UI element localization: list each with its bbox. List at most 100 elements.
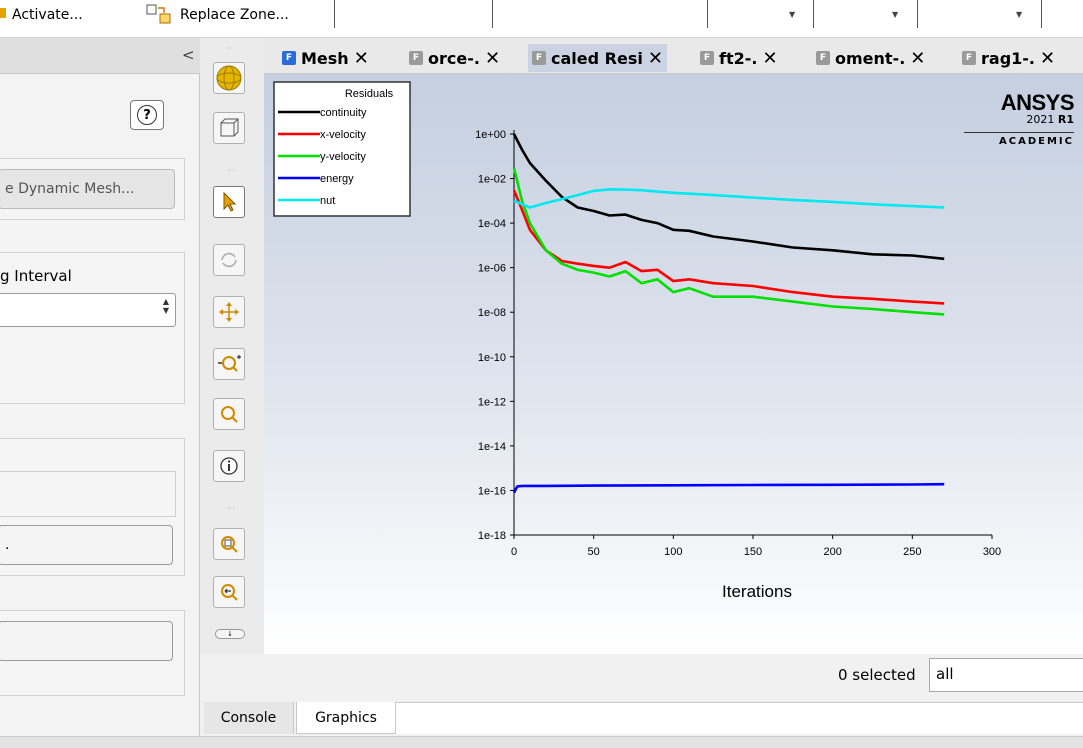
tab-force[interactable]: F orce-. ✕ bbox=[405, 44, 504, 72]
interval-spinner[interactable]: ▲ ▼ bbox=[0, 293, 176, 327]
close-icon[interactable]: ✕ bbox=[648, 48, 663, 69]
ansys-logo: ANSYS 2021 R1 ACADEMIC bbox=[964, 90, 1075, 147]
grip-handle: ··· bbox=[227, 166, 235, 175]
tab-lift[interactable]: F ft2-. ✕ bbox=[696, 44, 782, 72]
legend-label-continuity: continuity bbox=[320, 107, 367, 119]
rotate-icon bbox=[221, 252, 237, 268]
zoom-fit-icon bbox=[221, 536, 238, 553]
fluent-icon: F bbox=[532, 51, 546, 65]
zoom-box-button[interactable] bbox=[213, 398, 245, 430]
y-tick-label: 1e-14 bbox=[478, 441, 506, 453]
select-pointer-button[interactable] bbox=[213, 186, 245, 218]
arrow-pointer-icon bbox=[223, 191, 237, 212]
help-button[interactable]: ? bbox=[130, 100, 164, 130]
tab-drag[interactable]: F rag1-. ✕ bbox=[958, 44, 1059, 72]
replace-zone-icon bbox=[146, 4, 171, 24]
fluent-icon: F bbox=[700, 51, 714, 65]
bottom-tab-bar: Console Graphics bbox=[200, 702, 1083, 736]
cube-icon bbox=[220, 118, 239, 137]
text-field[interactable] bbox=[0, 471, 176, 517]
expand-toolbar-button[interactable]: ↓ bbox=[215, 629, 245, 639]
x-tick-label: 100 bbox=[664, 546, 682, 558]
activate-label: Activate... bbox=[12, 7, 83, 23]
dropdown-arrow-icon[interactable]: ▼ bbox=[789, 10, 795, 19]
dots-button[interactable]: . bbox=[0, 525, 173, 565]
y-tick-label: 1e-08 bbox=[478, 307, 506, 319]
x-tick-label: 50 bbox=[588, 546, 600, 558]
toolbar-divider bbox=[917, 0, 918, 28]
bottom-group bbox=[0, 610, 185, 696]
close-icon[interactable]: ✕ bbox=[762, 48, 777, 69]
tab-label: oment-. bbox=[835, 48, 906, 68]
series-line-y-velocity bbox=[512, 167, 945, 316]
tab-moment[interactable]: F oment-. ✕ bbox=[812, 44, 929, 72]
dropdown-arrow-icon[interactable]: ▼ bbox=[892, 10, 898, 19]
fluent-icon: F bbox=[816, 51, 830, 65]
tab-console[interactable]: Console bbox=[204, 702, 294, 734]
y-tick-label: 1e-12 bbox=[478, 396, 506, 408]
rotate-button[interactable] bbox=[213, 244, 245, 276]
tab-graphics[interactable]: Graphics bbox=[296, 702, 396, 734]
tab-mesh[interactable]: F Mesh ✕ bbox=[278, 44, 373, 72]
close-icon[interactable]: ✕ bbox=[1040, 48, 1055, 69]
toolbar-divider bbox=[813, 0, 814, 28]
toolbar-divider bbox=[334, 0, 335, 28]
fluent-icon: F bbox=[409, 51, 423, 65]
bounding-box-button[interactable] bbox=[213, 112, 245, 144]
grip-handle: ··· bbox=[227, 44, 235, 53]
toolbar-divider bbox=[492, 0, 493, 28]
zoom-previous-button[interactable] bbox=[213, 576, 245, 608]
close-icon[interactable]: ✕ bbox=[354, 48, 369, 69]
activate-icon bbox=[0, 8, 6, 18]
fluent-icon: F bbox=[962, 51, 976, 65]
legend-label-nut: nut bbox=[320, 195, 335, 207]
y-tick-label: 1e-06 bbox=[478, 263, 506, 275]
graphics-tab-bar: F Mesh ✕ F orce-. ✕ F caled Resi ✕ F ft2… bbox=[264, 38, 1083, 74]
tab-label: Mesh bbox=[301, 48, 349, 68]
zoom-in-out-button[interactable] bbox=[213, 348, 245, 380]
activate-button[interactable]: Activate... bbox=[0, 4, 83, 26]
mesh-display-button[interactable] bbox=[213, 62, 245, 94]
legend-box bbox=[273, 81, 411, 217]
logo-edition: ACADEMIC bbox=[964, 132, 1074, 147]
close-icon[interactable]: ✕ bbox=[910, 48, 925, 69]
tab-scaled-residuals[interactable]: F caled Resi ✕ bbox=[528, 44, 667, 72]
probe-info-button[interactable] bbox=[213, 450, 245, 482]
panel-button[interactable] bbox=[0, 621, 173, 661]
pan-arrows-icon bbox=[219, 302, 239, 322]
zoom-back-icon bbox=[221, 584, 238, 601]
selection-filter-input[interactable]: all bbox=[929, 658, 1083, 692]
pan-button[interactable] bbox=[213, 296, 245, 328]
y-tick-label: 1e-02 bbox=[478, 174, 506, 186]
legend-label-energy: energy bbox=[320, 173, 354, 185]
series-line-nut bbox=[513, 188, 945, 209]
collapse-panel-button[interactable]: < bbox=[182, 46, 195, 64]
selection-row: 0 selected all bbox=[200, 654, 1083, 702]
replace-zone-button[interactable]: Replace Zone... bbox=[146, 4, 289, 26]
top-toolbar: Activate... Replace Zone... ▼ ▼ ▼ bbox=[0, 0, 1083, 38]
x-tick-label: 250 bbox=[903, 546, 921, 558]
magnifier-icon bbox=[221, 406, 238, 423]
spinner-arrows-icon[interactable]: ▲ ▼ bbox=[163, 297, 169, 315]
sphere-mesh-icon bbox=[216, 65, 242, 91]
close-icon[interactable]: ✕ bbox=[485, 48, 500, 69]
tab-label: ft2-. bbox=[719, 48, 758, 68]
zoom-fit-button[interactable] bbox=[213, 528, 245, 560]
info-icon bbox=[220, 457, 238, 475]
left-settings-panel: < ? e Dynamic Mesh... g Interval ▲ ▼ . bbox=[0, 38, 200, 738]
legend-label-y-velocity: y-velocity bbox=[320, 151, 366, 163]
dynamic-mesh-button[interactable]: e Dynamic Mesh... bbox=[0, 169, 175, 209]
bottom-tab-area bbox=[396, 702, 1083, 734]
fluent-icon: F bbox=[282, 51, 296, 65]
series-line-energy bbox=[512, 482, 945, 494]
selected-count: 0 selected bbox=[838, 666, 916, 684]
output-group: . bbox=[0, 438, 185, 576]
x-tick-label: 300 bbox=[983, 546, 1001, 558]
zoom-minus-plus-icon bbox=[218, 355, 241, 372]
x-axis-label: Iterations bbox=[722, 582, 792, 601]
legend-title: Residuals bbox=[345, 88, 394, 100]
residuals-plot: 1e+00 1e-02 1e-04 1e-06 1e-08 1e-10 1e-12 1e-14… bbox=[273, 81, 1001, 601]
dropdown-arrow-icon[interactable]: ▼ bbox=[1016, 10, 1022, 19]
graphics-window[interactable]: 1e+00 1e-02 1e-04 1e-06 1e-08 1e-10 1e-12 1e-14… bbox=[264, 74, 1083, 654]
interval-group: g Interval ▲ ▼ bbox=[0, 252, 185, 404]
